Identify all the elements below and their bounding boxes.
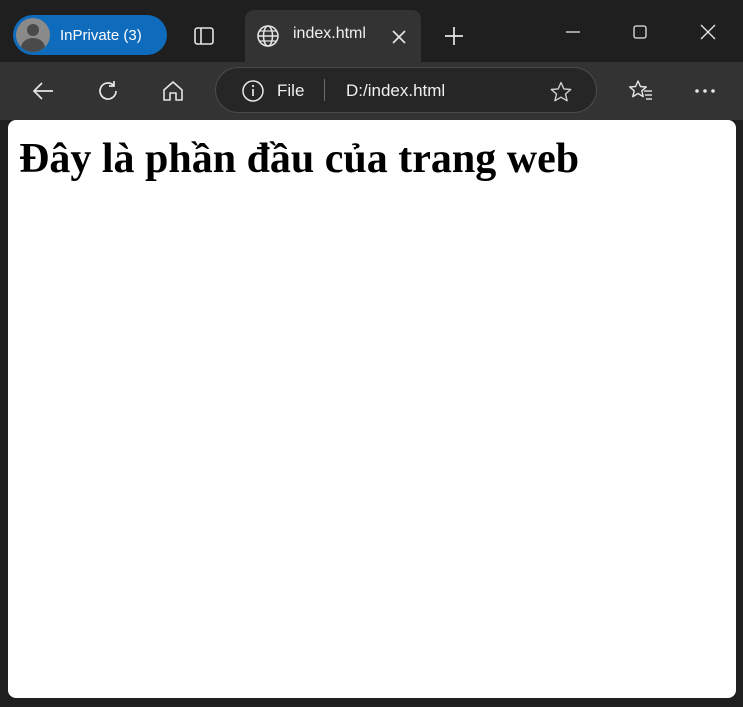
- tab-actions-icon[interactable]: [188, 20, 220, 52]
- star-icon[interactable]: [547, 78, 575, 106]
- profile-label: InPrivate (3): [60, 26, 142, 44]
- close-icon[interactable]: [692, 16, 724, 48]
- avatar: [16, 18, 50, 52]
- back-arrow-icon[interactable]: [27, 75, 59, 107]
- toolbar: File D:/index.html: [0, 62, 743, 120]
- more-icon[interactable]: [689, 75, 721, 107]
- scheme-label: File: [277, 81, 305, 100]
- page-content: Đây là phần đầu của trang web: [8, 120, 736, 698]
- maximize-icon[interactable]: [624, 16, 656, 48]
- home-icon[interactable]: [157, 75, 189, 107]
- address-separator: [324, 79, 325, 101]
- close-icon[interactable]: [387, 25, 411, 49]
- browser-window: InPrivate (3) index.html File D:/index.h…: [0, 0, 743, 707]
- info-icon[interactable]: [240, 78, 266, 104]
- page-heading: Đây là phần đầu của trang web: [19, 136, 580, 182]
- globe-icon: [254, 22, 282, 50]
- plus-icon[interactable]: [438, 20, 470, 52]
- tab-strip: InPrivate (3) index.html: [0, 0, 743, 62]
- favorites-icon[interactable]: [625, 75, 657, 107]
- tab-index-html[interactable]: index.html: [245, 10, 421, 62]
- refresh-icon[interactable]: [92, 75, 124, 107]
- tab-title: index.html: [293, 25, 366, 42]
- minimize-icon[interactable]: [557, 16, 589, 48]
- profile-button[interactable]: InPrivate (3): [13, 15, 167, 55]
- url-text[interactable]: D:/index.html: [346, 81, 445, 101]
- address-bar[interactable]: File D:/index.html: [215, 67, 597, 113]
